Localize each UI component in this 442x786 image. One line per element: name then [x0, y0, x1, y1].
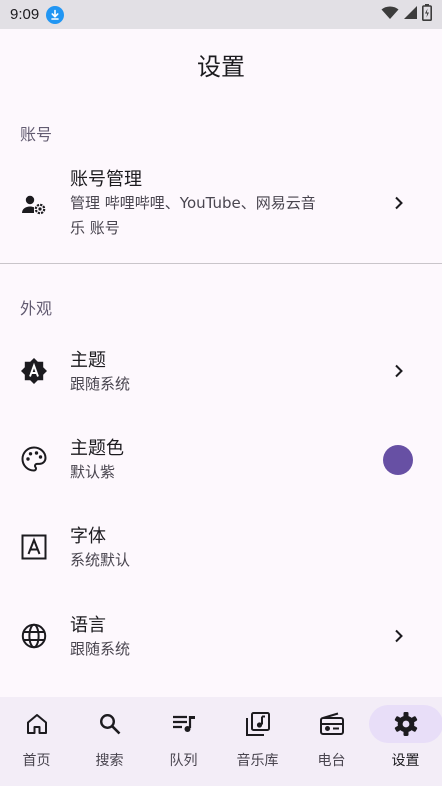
globe-icon — [20, 622, 48, 650]
setting-subtitle: 跟随系统 — [70, 375, 131, 393]
nav-label: 设置 — [391, 753, 420, 769]
bottom-navigation: 首页 搜索 队列 音乐库 电台 设置 — [0, 697, 442, 786]
download-icon — [46, 5, 65, 24]
accent-color-swatch — [383, 445, 413, 475]
brightness-auto-icon — [20, 357, 48, 385]
library-music-icon — [245, 711, 271, 737]
nav-label: 搜索 — [95, 753, 124, 769]
setting-accent-color[interactable]: 主题色 默认紫 — [0, 415, 442, 503]
setting-title: 主题 — [70, 350, 106, 371]
nav-label: 队列 — [169, 753, 198, 769]
setting-subtitle: 默认紫 — [70, 463, 116, 481]
setting-title: 主题色 — [70, 438, 124, 459]
search-icon — [97, 711, 123, 737]
settings-icon — [393, 711, 419, 737]
status-time: 9:09 — [10, 6, 40, 23]
nav-item-search[interactable]: 搜索 — [73, 697, 146, 786]
nav-label: 音乐库 — [236, 753, 279, 769]
queue-music-icon — [171, 711, 197, 737]
section-divider — [0, 263, 442, 264]
setting-subtitle: 系统默认 — [70, 551, 131, 569]
chevron-right-icon — [395, 364, 403, 378]
nav-item-radio[interactable]: 电台 — [295, 697, 368, 786]
setting-language[interactable]: 语言 跟随系统 — [0, 591, 442, 679]
nav-label: 首页 — [22, 753, 51, 769]
setting-title: 语言 — [70, 615, 106, 636]
nav-item-queue[interactable]: 队列 — [147, 697, 220, 786]
setting-font[interactable]: 字体 系统默认 — [0, 503, 442, 591]
font-icon — [20, 533, 48, 561]
wifi-icon — [381, 5, 399, 24]
home-icon — [24, 711, 50, 737]
chevron-right-icon — [395, 629, 403, 643]
section-header-account: 账号 — [20, 125, 53, 144]
setting-account-management[interactable]: 账号管理 管理 哔哩哔哩、YouTube、网易云音 乐 账号 — [0, 155, 442, 261]
palette-icon — [20, 445, 48, 473]
setting-subtitle: 管理 哔哩哔哩、YouTube、网易云音 乐 账号 — [70, 194, 316, 237]
nav-item-home[interactable]: 首页 — [0, 697, 73, 786]
nav-item-library[interactable]: 音乐库 — [221, 697, 294, 786]
setting-subtitle: 跟随系统 — [70, 640, 131, 658]
battery-icon — [422, 4, 432, 25]
setting-title: 字体 — [70, 526, 106, 547]
page-title: 设置 — [197, 53, 245, 81]
setting-title: 账号管理 — [70, 169, 142, 190]
chevron-right-icon — [395, 196, 403, 210]
signal-icon — [403, 5, 418, 24]
radio-icon — [319, 711, 345, 737]
manage-accounts-icon — [20, 191, 48, 219]
status-bar: 9:09 — [0, 0, 442, 29]
section-header-appearance: 外观 — [20, 299, 53, 318]
nav-label: 电台 — [317, 753, 346, 769]
nav-item-settings[interactable]: 设置 — [368, 697, 442, 786]
setting-theme[interactable]: 主题 跟随系统 — [0, 327, 442, 415]
